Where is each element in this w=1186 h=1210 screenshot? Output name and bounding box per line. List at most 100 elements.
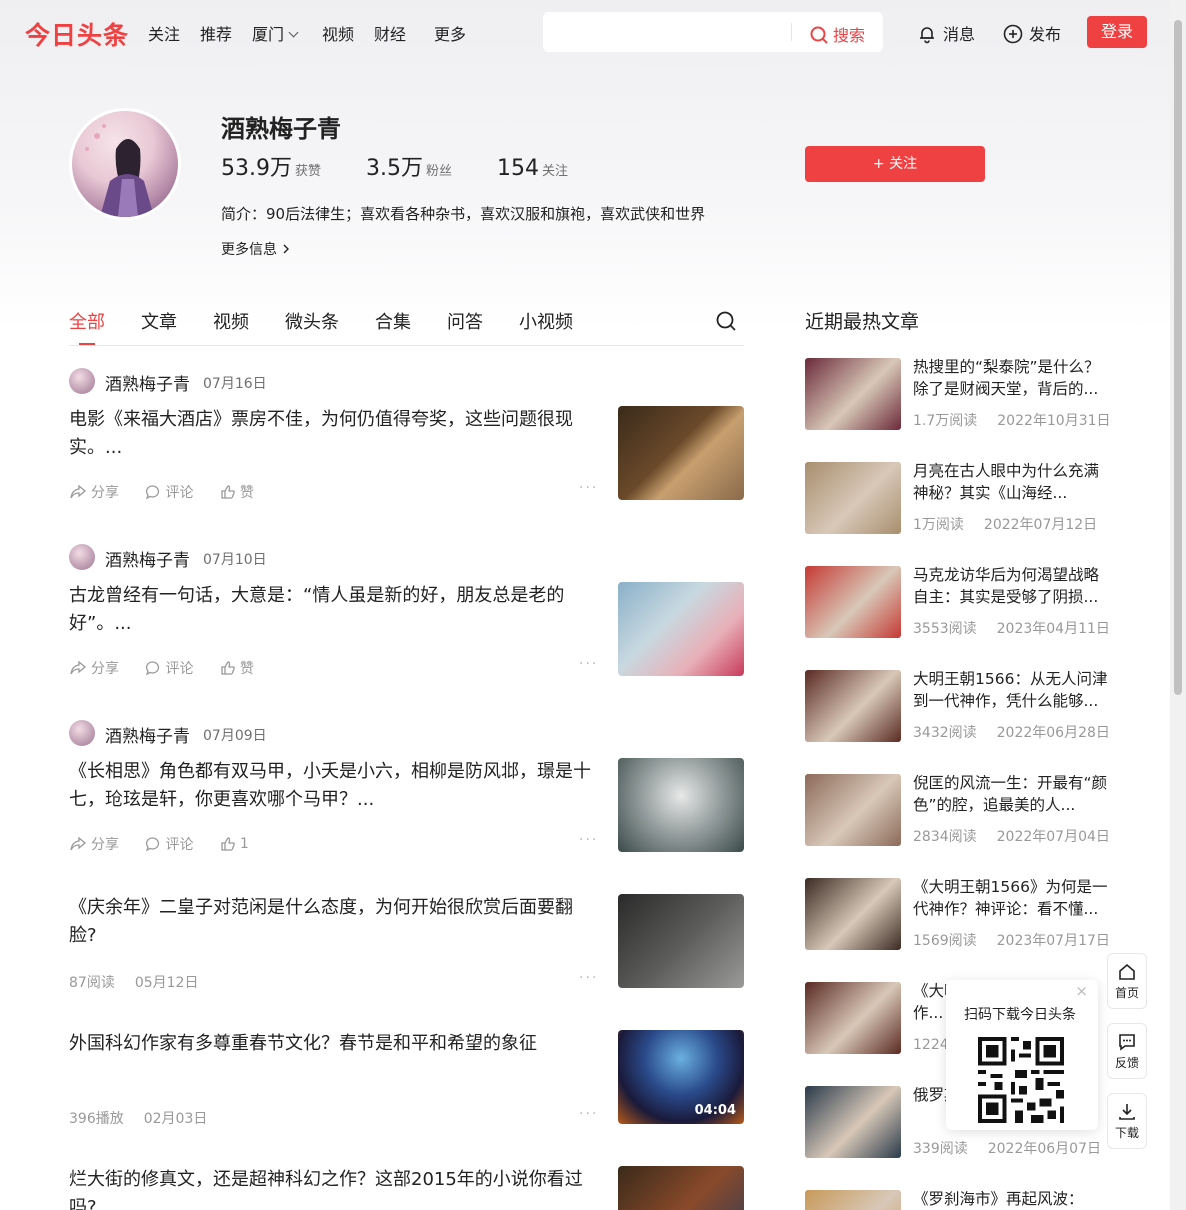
- publish-button[interactable]: 发布: [1003, 21, 1061, 45]
- profile-avatar[interactable]: [69, 108, 181, 220]
- share-button[interactable]: 分享: [69, 482, 119, 502]
- post-title[interactable]: 电影《来福大酒店》票房不佳，为何仍值得夸奖，这些问题很现实。...: [69, 406, 599, 462]
- hot-article-title[interactable]: 大明王朝1566：从无人问津到一代神作，凭什么能够...: [913, 668, 1113, 712]
- like-button[interactable]: 赞: [220, 658, 254, 678]
- tab-short-videos[interactable]: 小视频: [519, 308, 573, 334]
- search-input[interactable]: [555, 20, 783, 44]
- like-button[interactable]: 赞: [220, 482, 254, 502]
- more-options-button[interactable]: ···: [579, 832, 598, 848]
- comment-icon: [146, 485, 160, 500]
- hot-article-thumbnail[interactable]: [805, 670, 901, 742]
- comment-button[interactable]: 评论: [145, 482, 193, 502]
- home-icon: [1119, 963, 1135, 980]
- hot-article-item[interactable]: 热搜里的“梨泰院”是什么？除了是财阀天堂，背后的... 1.7万阅读 2022年10…: [805, 358, 1125, 430]
- post-thumbnail[interactable]: [618, 406, 744, 500]
- feedback-fab[interactable]: 反馈: [1107, 1023, 1147, 1079]
- following-label[interactable]: 关注: [542, 164, 568, 179]
- hot-article-item[interactable]: 《罗刹海市》再起风波：: [805, 1190, 1125, 1210]
- hot-article-reads: 1.7万阅读: [913, 413, 978, 429]
- tab-qa[interactable]: 问答: [447, 308, 483, 334]
- post-title[interactable]: 烂大街的修真文，还是超神科幻之作？这部2015年的小说你看过吗?: [69, 1166, 599, 1210]
- hot-article-title[interactable]: 《罗刹海市》再起风波：: [913, 1188, 1113, 1210]
- hot-article-thumbnail[interactable]: [805, 358, 901, 430]
- hot-article-item[interactable]: 月亮在古人眼中为什么充满神秘？其实《山海经... 1万阅读 2022年07月12日: [805, 462, 1125, 534]
- author-name[interactable]: 酒熟梅子青: [105, 370, 190, 395]
- post-thumbnail[interactable]: [618, 582, 744, 676]
- post-thumbnail[interactable]: [618, 1166, 744, 1210]
- like-button[interactable]: 1: [220, 836, 249, 852]
- nav-more[interactable]: 更多: [434, 21, 466, 45]
- hot-article-item[interactable]: 大明王朝1566：从无人问津到一代神作，凭什么能够... 3432阅读 2022年0…: [805, 670, 1125, 742]
- comment-button[interactable]: 评论: [145, 834, 193, 854]
- scrollbar-thumb[interactable]: [1174, 20, 1182, 695]
- search-button[interactable]: 搜索: [809, 22, 865, 46]
- hot-article-thumbnail[interactable]: [805, 1190, 901, 1210]
- nav-video[interactable]: 视频: [322, 21, 354, 45]
- feed-item[interactable]: 烂大街的修真文，还是超神科幻之作？这部2015年的小说你看过吗?: [69, 1166, 744, 1210]
- close-icon[interactable]: ×: [1075, 982, 1088, 1000]
- download-fab[interactable]: 下载: [1107, 1093, 1147, 1149]
- feed-item[interactable]: 酒熟梅子青 07月16日 电影《来福大酒店》票房不佳，为何仍值得夸奖，这些问题很…: [69, 368, 744, 508]
- more-options-button[interactable]: ···: [579, 1106, 598, 1122]
- nav-city[interactable]: 厦门: [252, 21, 299, 45]
- more-options-button[interactable]: ···: [579, 656, 598, 672]
- tab-all[interactable]: 全部: [69, 308, 105, 345]
- share-button[interactable]: 分享: [69, 834, 119, 854]
- nav-finance[interactable]: 财经: [374, 21, 406, 45]
- hot-article-thumbnail[interactable]: [805, 774, 901, 846]
- tab-videos[interactable]: 视频: [213, 308, 249, 334]
- post-title[interactable]: 古龙曾经有一句话，大意是：“情人虽是新的好，朋友总是老的好”。...: [69, 582, 599, 638]
- qr-label: 扫码下载今日头条: [964, 1007, 1076, 1023]
- messages-button[interactable]: 消息: [917, 21, 975, 45]
- hot-article-thumbnail[interactable]: [805, 462, 901, 534]
- tab-collections[interactable]: 合集: [375, 308, 411, 334]
- author-avatar[interactable]: [69, 720, 95, 746]
- toutiao-logo[interactable]: 今日头条: [25, 16, 129, 52]
- fans-value[interactable]: 3.5万: [366, 156, 423, 181]
- author-name[interactable]: 酒熟梅子青: [105, 546, 190, 571]
- hot-article-title[interactable]: 马克龙访华后为何渴望战略自主：其实是受够了阴损...: [913, 564, 1113, 608]
- post-title[interactable]: 外国科幻作家有多尊重春节文化？春节是和平和希望的象征: [69, 1030, 599, 1058]
- hot-article-thumbnail[interactable]: [805, 982, 901, 1054]
- search-icon: [716, 311, 736, 331]
- post-title[interactable]: 《长相思》角色都有双马甲，小夭是小六，相柳是防风邶，璟是十七，玱玹是轩，你更喜欢…: [69, 758, 599, 814]
- author-name[interactable]: 酒熟梅子青: [105, 722, 190, 747]
- comment-button[interactable]: 评论: [145, 658, 193, 678]
- follow-button[interactable]: + 关注: [805, 146, 985, 182]
- hot-article-title[interactable]: 月亮在古人眼中为什么充满神秘？其实《山海经...: [913, 460, 1113, 504]
- feed-item[interactable]: 外国科幻作家有多尊重春节文化？春节是和平和希望的象征 396播放 02月03日 ·…: [69, 1030, 744, 1130]
- hot-article-date: 2023年04月11日: [996, 621, 1110, 637]
- following-value[interactable]: 154: [497, 156, 539, 181]
- tab-micro[interactable]: 微头条: [285, 308, 339, 334]
- more-options-button[interactable]: ···: [579, 970, 598, 986]
- video-thumbnail[interactable]: 04:04: [618, 1030, 744, 1124]
- nav-recommend[interactable]: 推荐: [200, 21, 232, 45]
- home-fab[interactable]: 首页: [1107, 953, 1147, 1009]
- share-button[interactable]: 分享: [69, 658, 119, 678]
- fans-label[interactable]: 粉丝: [426, 164, 452, 179]
- post-thumbnail[interactable]: [618, 758, 744, 852]
- post-thumbnail[interactable]: [618, 894, 744, 988]
- feed-item[interactable]: 《庆余年》二皇子对范闲是什么态度，为何开始很欣赏后面要翻脸? 87阅读 05月12…: [69, 894, 744, 994]
- post-title[interactable]: 《庆余年》二皇子对范闲是什么态度，为何开始很欣赏后面要翻脸?: [69, 894, 599, 950]
- hot-article-thumbnail[interactable]: [805, 566, 901, 638]
- hot-article-title[interactable]: 《大明王朝1566》为何是一代神作？神评论：看不懂...: [913, 876, 1113, 920]
- login-button[interactable]: 登录: [1087, 16, 1147, 48]
- more-options-button[interactable]: ···: [579, 480, 598, 496]
- scrollbar[interactable]: [1170, 0, 1186, 1210]
- author-avatar[interactable]: [69, 544, 95, 570]
- hot-article-item[interactable]: 倪匡的风流一生：开最有“颜色”的腔，追最美的人... 2834阅读 2022年07月…: [805, 774, 1125, 846]
- feed-item[interactable]: 酒熟梅子青 07月09日 《长相思》角色都有双马甲，小夭是小六，相柳是防风邶，璟…: [69, 720, 744, 860]
- feed-item[interactable]: 酒熟梅子青 07月10日 古龙曾经有一句话，大意是：“情人虽是新的好，朋友总是老…: [69, 544, 744, 684]
- author-avatar[interactable]: [69, 368, 95, 394]
- nav-follow[interactable]: 关注: [148, 21, 180, 45]
- hot-article-title[interactable]: 热搜里的“梨泰院”是什么？除了是财阀天堂，背后的...: [913, 356, 1113, 400]
- tab-search-button[interactable]: [715, 310, 737, 336]
- hot-article-thumbnail[interactable]: [805, 1086, 901, 1158]
- hot-article-title[interactable]: 倪匡的风流一生：开最有“颜色”的腔，追最美的人...: [913, 772, 1113, 816]
- more-info-link[interactable]: 更多信息: [221, 239, 291, 259]
- tab-articles[interactable]: 文章: [141, 308, 177, 334]
- hot-article-item[interactable]: 马克龙访华后为何渴望战略自主：其实是受够了阴损... 3553阅读 2023年04月…: [805, 566, 1125, 638]
- hot-article-thumbnail[interactable]: [805, 878, 901, 950]
- hot-article-item[interactable]: 《大明王朝1566》为何是一代神作？神评论：看不懂... 1569阅读 2023年0…: [805, 878, 1125, 950]
